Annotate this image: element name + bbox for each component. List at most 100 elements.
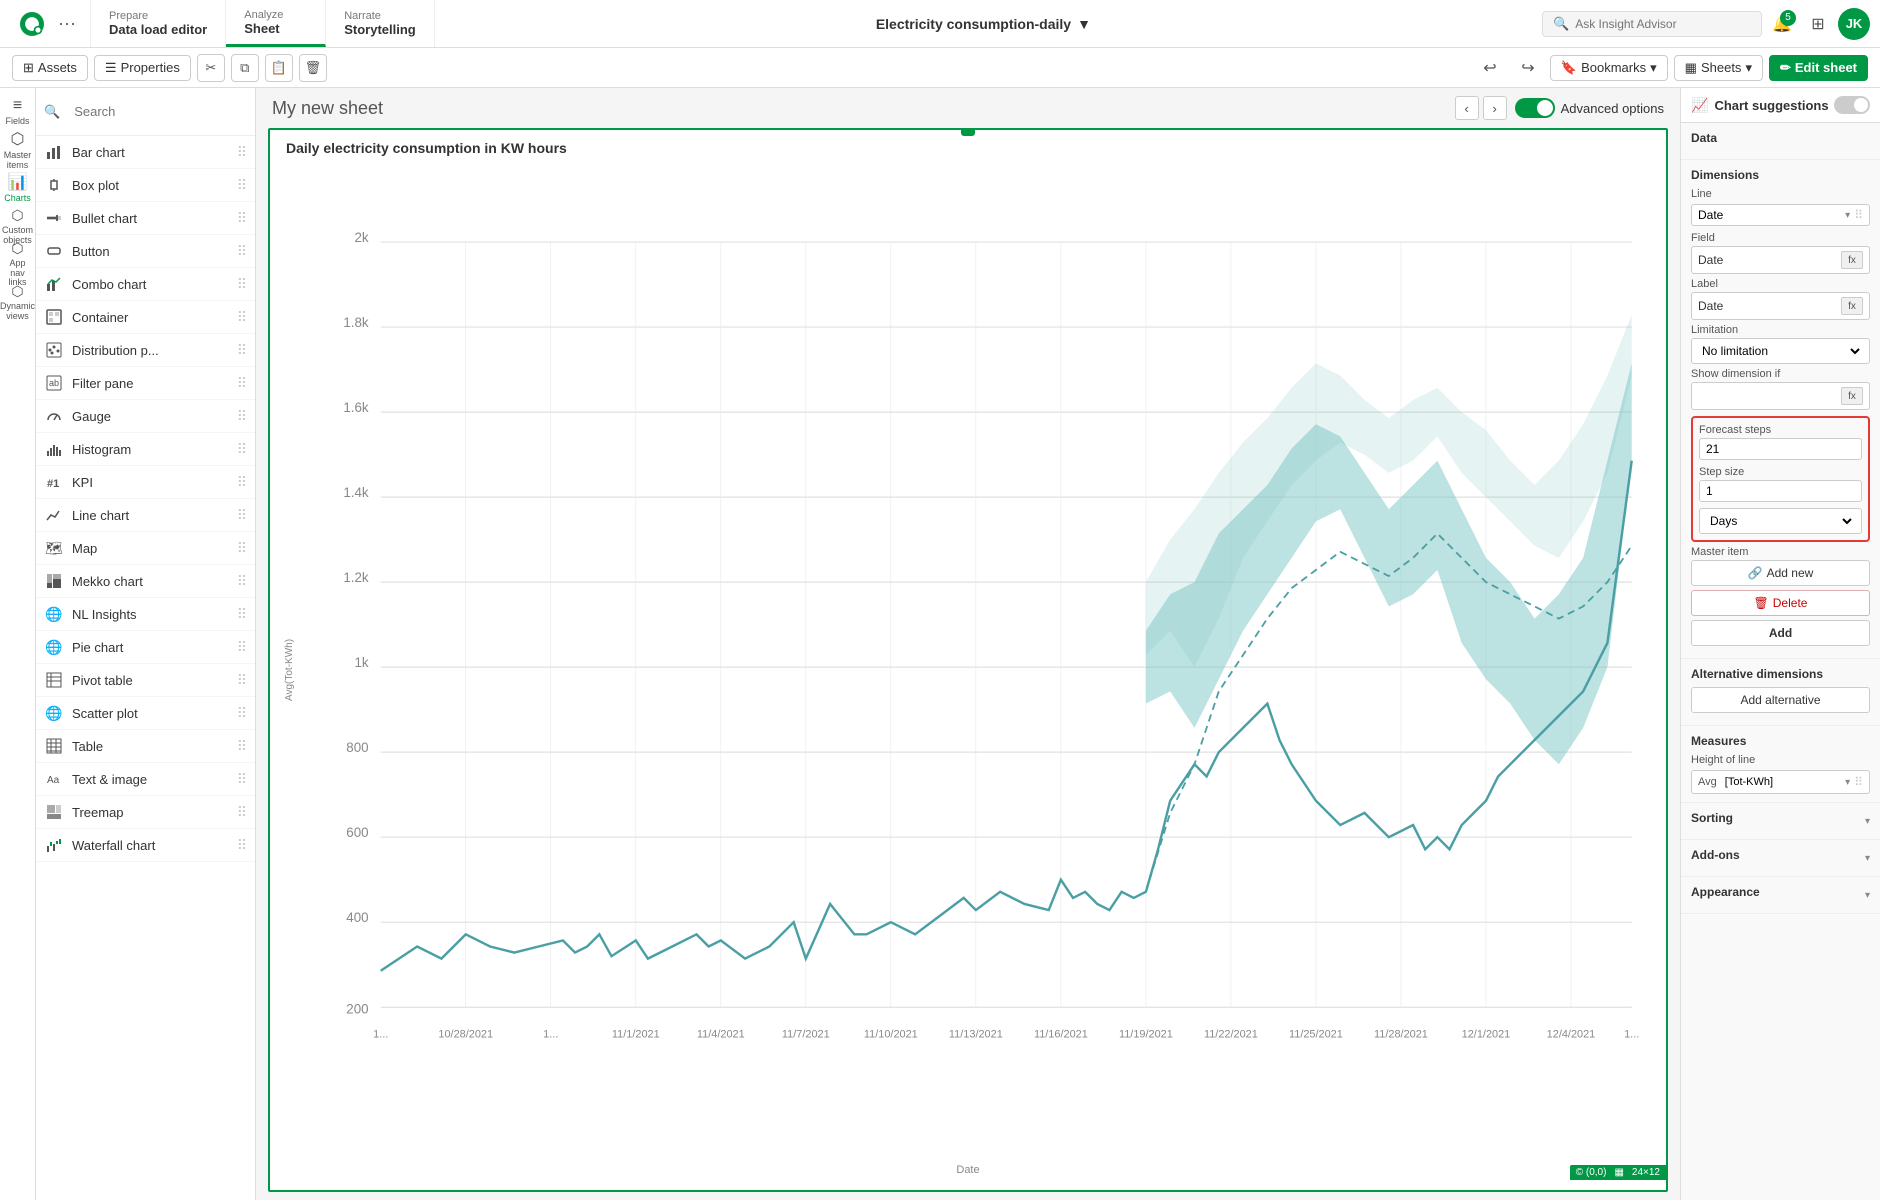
limitation-select[interactable]: No limitation	[1698, 343, 1863, 359]
copy-button[interactable]: ⧉	[231, 54, 259, 82]
panel-item-gauge[interactable]: Gauge ⠿	[36, 400, 255, 433]
add-new-button[interactable]: 🔗 Add new	[1691, 560, 1870, 586]
sheets-button[interactable]: ▦ Sheets ▾	[1674, 55, 1763, 81]
panel-item-line-chart[interactable]: Line chart ⠿	[36, 499, 255, 532]
bookmarks-button[interactable]: 🔖 Bookmarks ▾	[1550, 55, 1668, 81]
panel-item-scatter-plot[interactable]: 🌐 Scatter plot ⠿	[36, 697, 255, 730]
apps-grid-button[interactable]: ⊞	[1802, 8, 1834, 40]
panel-item-mekko-chart[interactable]: Mekko chart ⠿	[36, 565, 255, 598]
analyze-section[interactable]: Analyze Sheet	[226, 0, 326, 47]
x-axis-label: Date	[956, 1164, 979, 1176]
sidebar-item-fields[interactable]: ≡ Fields	[2, 96, 34, 128]
measures-drag-icon: ⠿	[1854, 775, 1863, 789]
panel-item-distribution-p[interactable]: Distribution p... ⠿	[36, 334, 255, 367]
master-items-icon: ⬡	[11, 129, 25, 149]
narrate-section[interactable]: Narrate Storytelling	[326, 0, 435, 47]
panel-item-filter-pane[interactable]: ab Filter pane ⠿	[36, 367, 255, 400]
panel-item-bar-chart[interactable]: Bar chart ⠿	[36, 136, 255, 169]
label-field-label: Label	[1691, 278, 1870, 290]
step-size-label: Step size	[1699, 466, 1862, 478]
prepare-bottom-label: Data load editor	[109, 22, 207, 37]
forecast-steps-input[interactable]	[1699, 438, 1862, 460]
cut-button[interactable]: ✂	[197, 54, 225, 82]
advanced-options-switch[interactable]	[1515, 98, 1555, 118]
panel-item-text-image[interactable]: Aa Text & image ⠿	[36, 763, 255, 796]
prepare-section[interactable]: Prepare Data load editor	[91, 0, 226, 47]
chart-suggestions-toggle[interactable]	[1834, 96, 1870, 114]
logo-area[interactable]: ···	[0, 0, 91, 47]
measures-field-row[interactable]: Avg [Tot-KWh] ▾ ⠿	[1691, 770, 1870, 794]
addons-section[interactable]: Add-ons ▾	[1681, 840, 1880, 877]
menu-dots[interactable]: ···	[58, 13, 76, 34]
delete-button[interactable]: 🗑	[299, 54, 327, 82]
panel-item-table[interactable]: Table ⠿	[36, 730, 255, 763]
redo-button[interactable]: ↪	[1512, 52, 1544, 84]
limitation-dropdown[interactable]: No limitation	[1691, 338, 1870, 364]
panel-item-combo-chart[interactable]: Combo chart ⠿	[36, 268, 255, 301]
app-title[interactable]: Electricity consumption-daily ▼	[876, 16, 1091, 32]
sidebar-item-dynamic-views[interactable]: ⬡ Dynamic views	[2, 286, 34, 318]
insight-advisor-search[interactable]: 🔍	[1542, 11, 1762, 37]
field-fx-button[interactable]: fx	[1841, 251, 1863, 269]
addons-row[interactable]: Add-ons ▾	[1691, 848, 1870, 868]
delete-button[interactable]: 🗑 Delete	[1691, 590, 1870, 616]
sheets-icon: ▦	[1685, 60, 1697, 76]
add-button[interactable]: Add	[1691, 620, 1870, 646]
top-handle[interactable]	[961, 128, 975, 136]
panel-item-pie-chart[interactable]: 🌐 Pie chart ⠿	[36, 631, 255, 664]
dropdown-chevron-icon: ▼	[1077, 16, 1091, 32]
master-items-label: Master items	[2, 151, 34, 171]
svg-text:11/25/2021: 11/25/2021	[1289, 1029, 1343, 1041]
assets-button[interactable]: ⊞ Assets	[12, 55, 88, 81]
properties-button[interactable]: ☰ Properties	[94, 55, 191, 81]
appearance-row[interactable]: Appearance ▾	[1691, 885, 1870, 905]
appearance-label: Appearance	[1691, 885, 1760, 899]
text-image-icon: Aa	[44, 769, 64, 789]
appearance-section[interactable]: Appearance ▾	[1681, 877, 1880, 914]
label-fx-button[interactable]: fx	[1841, 297, 1863, 315]
nl-insights-label: NL Insights	[72, 607, 229, 622]
advanced-options-toggle[interactable]: Advanced options	[1515, 98, 1664, 118]
sorting-section[interactable]: Sorting ▾	[1681, 803, 1880, 840]
user-avatar[interactable]: JK	[1838, 8, 1870, 40]
sidebar-item-charts[interactable]: 📊 Charts	[2, 172, 34, 204]
panel-item-treemap[interactable]: Treemap ⠿	[36, 796, 255, 829]
step-unit-select[interactable]: Days Hours Weeks Months	[1706, 513, 1855, 529]
sidebar-item-master-items[interactable]: ⬡ Master items	[2, 134, 34, 166]
panel-item-histogram[interactable]: Histogram ⠿	[36, 433, 255, 466]
panel-item-map[interactable]: 🗺 Map ⠿	[36, 532, 255, 565]
panel-item-bullet-chart[interactable]: Bullet chart ⠿	[36, 202, 255, 235]
measures-section: Measures Height of line Avg [Tot-KWh] ▾ …	[1681, 726, 1880, 803]
show-dimension-fx-button[interactable]: fx	[1841, 387, 1863, 405]
undo-button[interactable]: ↩	[1474, 52, 1506, 84]
panel-item-button[interactable]: Button ⠿	[36, 235, 255, 268]
trash-icon: 🗑	[1754, 596, 1769, 610]
dimension-drag-icon: ⠿	[1854, 208, 1863, 222]
sidebar-item-app-nav[interactable]: ⬡ App nav links	[2, 248, 34, 280]
step-size-input[interactable]	[1699, 480, 1862, 502]
panel-item-nl-insights[interactable]: 🌐 NL Insights ⠿	[36, 598, 255, 631]
nav-prev-button[interactable]: ‹	[1455, 96, 1479, 120]
sidebar-item-custom-objects[interactable]: ⬡ Custom objects	[2, 210, 34, 242]
drag-handle-icon: ⠿	[237, 342, 247, 359]
panel-item-waterfall-chart[interactable]: Waterfall chart ⠿	[36, 829, 255, 862]
svg-text:11/16/2021: 11/16/2021	[1034, 1029, 1088, 1041]
date-dimension-row[interactable]: Date ▾ ⠿	[1691, 204, 1870, 226]
svg-text:Aa: Aa	[47, 775, 60, 786]
measures-field-value: [Tot-KWh]	[1725, 776, 1841, 788]
panel-search-input[interactable]	[66, 96, 247, 127]
drag-handle-icon: ⠿	[237, 540, 247, 557]
panel-item-pivot-table[interactable]: Pivot table ⠿	[36, 664, 255, 697]
sorting-row[interactable]: Sorting ▾	[1691, 811, 1870, 831]
drag-handle-icon: ⠿	[237, 837, 247, 854]
panel-item-kpi[interactable]: #1 KPI ⠿	[36, 466, 255, 499]
edit-sheet-button[interactable]: ✏ Edit sheet	[1769, 55, 1868, 81]
step-unit-dropdown[interactable]: Days Hours Weeks Months	[1699, 508, 1862, 534]
notifications-button[interactable]: 🔔 5	[1766, 8, 1798, 40]
insight-advisor-input[interactable]	[1575, 17, 1735, 31]
paste-button[interactable]: 📋	[265, 54, 293, 82]
add-alternative-button[interactable]: Add alternative	[1691, 687, 1870, 713]
panel-item-container[interactable]: Container ⠿	[36, 301, 255, 334]
panel-item-box-plot[interactable]: Box plot ⠿	[36, 169, 255, 202]
nav-next-button[interactable]: ›	[1483, 96, 1507, 120]
